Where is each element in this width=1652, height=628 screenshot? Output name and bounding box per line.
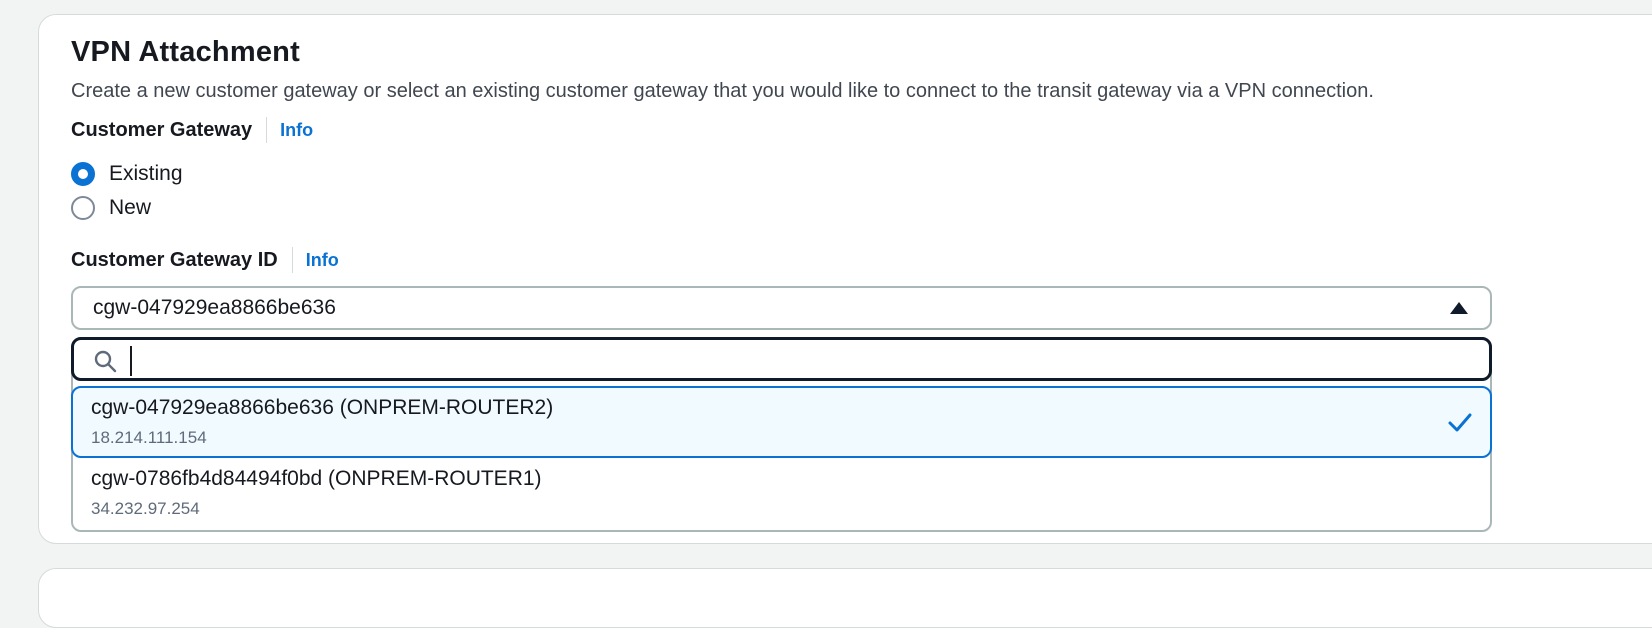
check-icon (1448, 413, 1472, 432)
customer-gateway-dropdown: cgw-047929ea8866be636 (ONPREM-ROUTER2) 1… (71, 337, 1492, 532)
customer-gateway-id-info-link[interactable]: Info (306, 250, 339, 271)
option-title: cgw-047929ea8866be636 (ONPREM-ROUTER2) (91, 396, 554, 419)
dropdown-option[interactable]: cgw-047929ea8866be636 (ONPREM-ROUTER2) 1… (71, 386, 1492, 458)
search-input[interactable] (130, 346, 1438, 376)
customer-gateway-label-row: Customer Gateway Info (71, 117, 313, 143)
customer-gateway-id-select[interactable]: cgw-047929ea8866be636 (71, 286, 1492, 330)
customer-gateway-id-label: Customer Gateway ID (71, 248, 278, 271)
caret-up-icon[interactable] (1450, 302, 1468, 314)
customer-gateway-info-link[interactable]: Info (280, 120, 313, 141)
search-icon (94, 350, 117, 373)
radio-new-label: New (109, 196, 152, 219)
radio-new-control[interactable] (71, 196, 95, 220)
radio-existing[interactable]: Existing (71, 162, 183, 186)
select-value: cgw-047929ea8866be636 (93, 296, 336, 319)
radio-existing-control[interactable] (71, 162, 95, 186)
next-panel (38, 568, 1652, 628)
label-divider (291, 247, 293, 273)
label-divider (266, 117, 268, 143)
dropdown-option[interactable]: cgw-0786fb4d84494f0bd (ONPREM-ROUTER1) 3… (71, 457, 1492, 529)
section-title: VPN Attachment (71, 36, 300, 68)
customer-gateway-id-label-row: Customer Gateway ID Info (71, 247, 339, 273)
radio-existing-label: Existing (109, 162, 183, 185)
section-description: Create a new customer gateway or select … (71, 80, 1374, 102)
customer-gateway-label: Customer Gateway (71, 118, 253, 141)
option-ip: 34.232.97.254 (91, 499, 200, 518)
option-ip: 18.214.111.154 (91, 428, 207, 447)
option-title: cgw-0786fb4d84494f0bd (ONPREM-ROUTER1) (91, 467, 542, 490)
radio-new[interactable]: New (71, 196, 151, 220)
dropdown-search[interactable] (71, 337, 1492, 381)
